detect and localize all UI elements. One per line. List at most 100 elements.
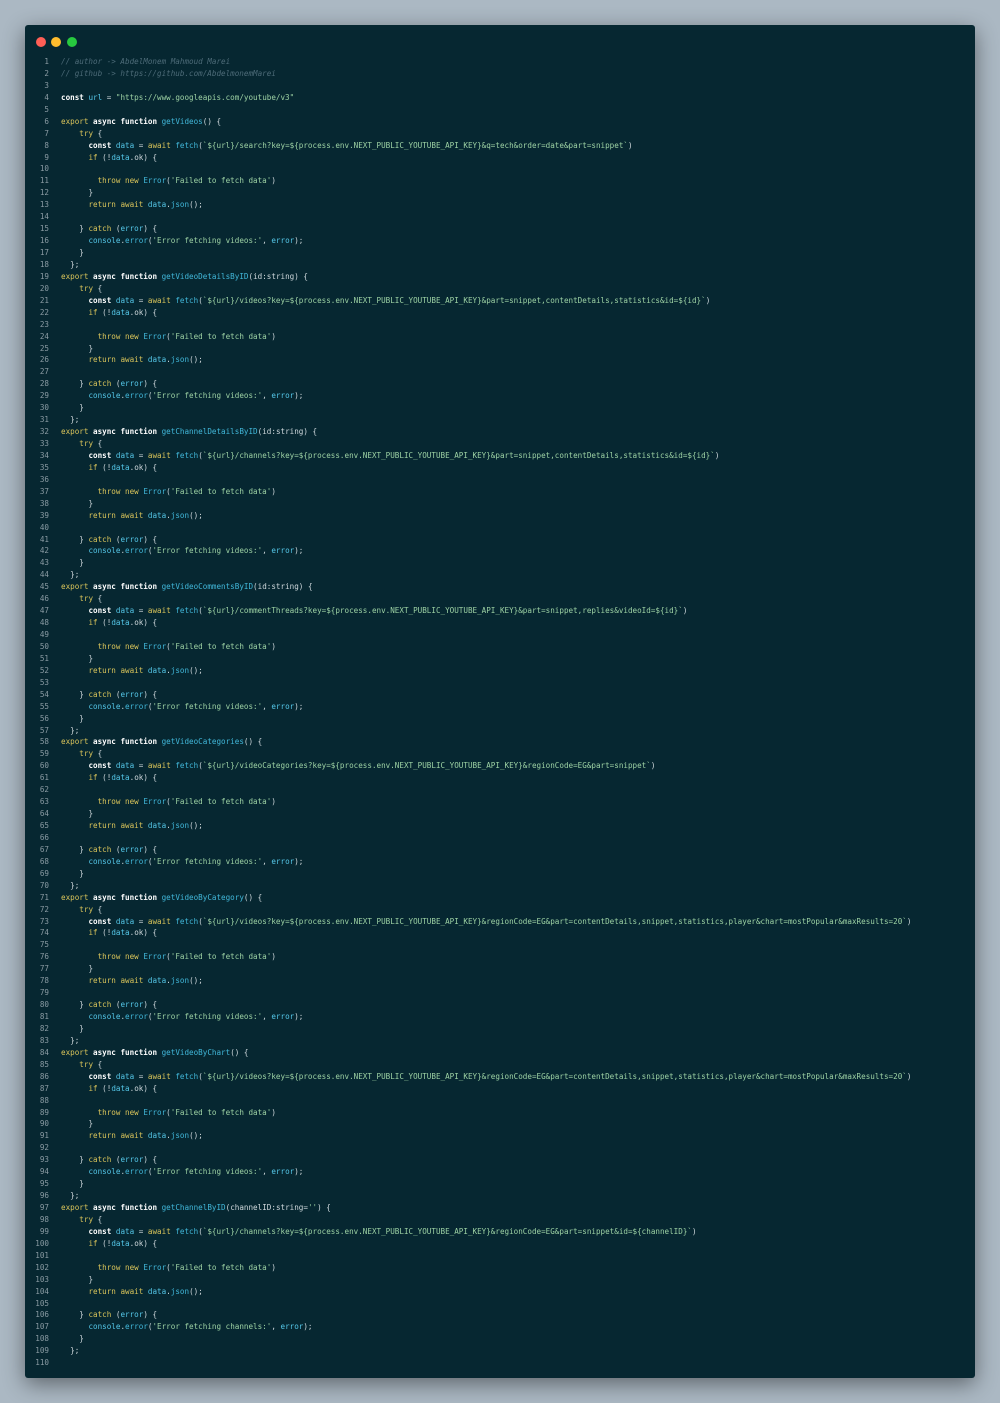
line-number: 13 [39,200,49,210]
code-text: console.error('Error fetching videos:', … [88,391,304,401]
code-text: } [88,1274,94,1284]
line-number: 3 [44,80,49,90]
code-line: 31 }; [25,414,975,426]
code-line: 61 if (!data.ok) { [25,772,975,784]
line-number: 33 [39,439,49,448]
code-text: throw new Error('Failed to fetch data') [97,952,276,962]
code-text: } catch (error) { [79,844,158,854]
maximize-button[interactable] [67,37,77,47]
line-number: 46 [39,594,49,604]
code-line: 62 [25,784,975,796]
line-number: 20 [39,283,49,293]
code-text: if (!data.ok) { [88,1083,158,1093]
line-number: 27 [39,367,49,377]
code-text: try { [79,1214,103,1224]
line-number: 83 [39,1035,49,1045]
code-line: 85 try { [25,1059,975,1071]
code-text: } catch (error) { [79,379,158,389]
line-number: 5 [44,104,49,114]
code-text: try { [79,749,103,759]
line-number: 94 [39,1167,49,1177]
code-line: 5 [25,104,975,116]
line-number: 84 [39,1047,49,1057]
code-text: }; [70,1191,80,1201]
code-text: try { [79,904,103,914]
line-number: 56 [39,713,49,723]
code-text: } [88,653,94,663]
code-text: try { [79,439,103,448]
line-number: 50 [39,641,49,651]
code-line: 3 [25,80,975,92]
line-number: 2 [44,68,49,78]
line-number: 14 [39,212,49,222]
code-line: 47 const data = await fetch(`${url}/comm… [25,605,975,617]
code-line: 9 if (!data.ok) { [25,152,975,164]
code-line: 19 export async function getVideoDetailsB… [25,271,975,283]
code-line: 90 } [25,1118,975,1130]
code-line: 34 const data = await fetch(`${url}/chan… [25,450,975,462]
line-number: 72 [39,904,49,914]
code-line: 27 [25,366,975,378]
code-text: }; [70,725,80,735]
code-text: try { [79,283,103,293]
code-line: 82 } [25,1023,975,1035]
window-titlebar [25,25,975,59]
code-text: } [88,964,94,974]
code-line: 58 export async function getVideoCategori… [25,736,975,748]
code-text: } [79,558,84,568]
code-text: try { [79,594,103,604]
code-editor[interactable]: 1 // author -> AbdelMonem Mahmoud Marei 2 /… [25,56,975,1369]
line-number: 35 [39,462,49,472]
code-text: throw new Error('Failed to fetch data') [97,1262,276,1272]
code-text: // github -> https://github.com/Abdelmon… [61,68,276,78]
code-text: } [79,868,84,878]
line-number: 53 [39,677,49,687]
code-line: 89 throw new Error('Failed to fetch data… [25,1107,975,1119]
line-number: 79 [39,988,49,998]
code-text: return await data.json(); [88,665,203,675]
code-text: const data = await fetch(`${url}/channel… [88,450,720,460]
code-text: }; [70,1346,80,1356]
line-number: 62 [39,785,49,795]
code-line: 77 } [25,963,975,975]
line-number: 32 [39,427,49,437]
close-button[interactable] [36,37,46,47]
code-text: const data = await fetch(`${url}/comment… [88,606,688,616]
code-line: 8 const data = await fetch(`${url}/searc… [25,140,975,152]
code-text: if (!data.ok) { [88,618,158,628]
code-line: 33 try { [25,438,975,450]
code-line: 26 return await data.json(); [25,354,975,366]
code-text: }; [70,880,80,890]
line-number: 1 [44,57,49,66]
line-number: 57 [39,725,49,735]
code-line: 72 try { [25,904,975,916]
line-number: 39 [39,510,49,520]
code-text: return await data.json(); [88,200,203,210]
code-text: if (!data.ok) { [88,773,158,783]
code-text: const data = await fetch(`${url}/search?… [88,140,633,150]
code-text: } [79,1334,84,1344]
line-number: 18 [39,259,49,269]
code-line: 99 const data = await fetch(`${url}/chan… [25,1226,975,1238]
code-line: 1 // author -> AbdelMonem Mahmoud Marei [25,56,975,68]
code-line: 93 } catch (error) { [25,1154,975,1166]
line-number: 10 [39,164,49,174]
code-line: 101 [25,1250,975,1262]
code-line: 97 export async function getChannelByID(c… [25,1202,975,1214]
line-number: 37 [39,486,49,496]
code-text: export async function getVideoDetailsByI… [61,271,308,281]
code-text: return await data.json(); [88,355,203,365]
line-number: 15 [39,224,49,234]
line-number: 55 [39,701,49,711]
code-text: } [88,1119,94,1129]
line-number: 96 [39,1191,49,1201]
minimize-button[interactable] [51,37,61,47]
line-number: 43 [39,558,49,568]
line-number: 23 [39,319,49,329]
code-text: }; [70,570,80,580]
code-text: } [88,498,94,508]
code-text: throw new Error('Failed to fetch data') [97,176,276,186]
code-text: if (!data.ok) { [88,462,158,472]
code-line: 108 } [25,1333,975,1345]
line-number: 81 [39,1012,49,1021]
